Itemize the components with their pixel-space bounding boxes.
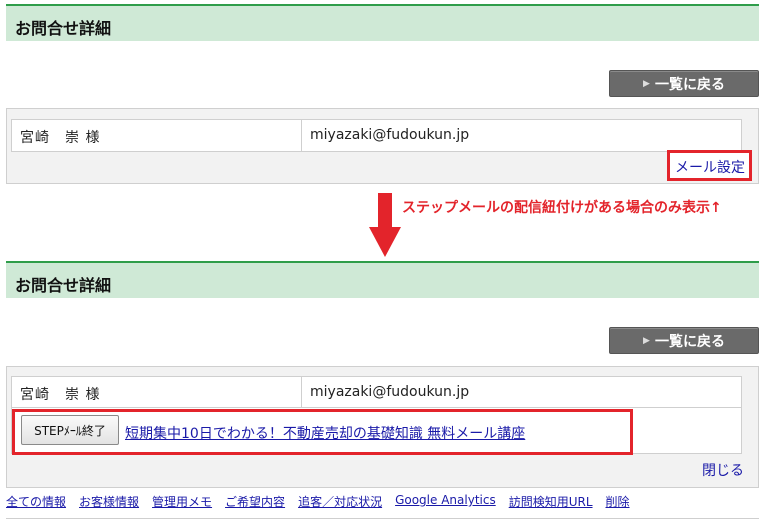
step-mail-end-button[interactable]: STEPﾒｰﾙ終了 <box>21 415 119 445</box>
customer-name: 宮崎 崇 様 <box>12 377 302 408</box>
customer-name: 宮崎 崇 様 <box>12 120 302 151</box>
footer-link-delete[interactable]: 削除 <box>606 493 630 510</box>
page-title-text: お問合せ詳細 <box>15 276 112 295</box>
footer-link-admin-memo[interactable]: 管理用メモ <box>152 493 212 510</box>
footer-link-google-analytics[interactable]: Google Analytics <box>395 493 496 510</box>
footer-link-follow-status[interactable]: 追客／対応状況 <box>298 493 382 510</box>
back-to-list-button[interactable]: ▶ 一覧に戻る <box>609 327 759 354</box>
back-to-list-label: 一覧に戻る <box>654 76 725 93</box>
footer-link-customer-info[interactable]: お客様情報 <box>79 493 139 510</box>
close-link[interactable]: 閉じる <box>702 460 744 480</box>
step-mail-course-link[interactable]: 短期集中10日でわかる！不動産売却の基礎知識 無料メール講座 <box>125 423 525 443</box>
footer-link-all-info[interactable]: 全ての情報 <box>6 493 66 510</box>
play-icon: ▶ <box>643 335 650 346</box>
mail-setting-link[interactable]: メール設定 <box>667 150 752 181</box>
back-to-list-label: 一覧に戻る <box>654 333 725 350</box>
down-arrow-icon <box>369 193 401 257</box>
page-title: お問合せ詳細 <box>6 4 759 41</box>
play-icon: ▶ <box>643 78 650 89</box>
footer-nav: 全ての情報 お客様情報 管理用メモ ご希望内容 追客／対応状況 Google A… <box>6 493 630 510</box>
customer-email: miyazaki@fudoukun.jp <box>310 127 470 143</box>
footer-link-request[interactable]: ご希望内容 <box>225 493 285 510</box>
back-to-list-button[interactable]: ▶ 一覧に戻る <box>609 70 759 97</box>
page-title-text: お問合せ詳細 <box>15 19 112 38</box>
page-title: お問合せ詳細 <box>6 261 759 298</box>
customer-email: miyazaki@fudoukun.jp <box>310 384 470 400</box>
annotation-note: ステップメールの配信紐付けがある場合のみ表示↑ <box>402 200 722 216</box>
footer-link-visit-url[interactable]: 訪問検知用URL <box>509 493 593 510</box>
customer-info-row: 宮崎 崇 様 miyazaki@fudoukun.jp <box>11 119 742 152</box>
divider <box>6 518 759 519</box>
customer-info-row: 宮崎 崇 様 miyazaki@fudoukun.jp <box>11 376 742 409</box>
